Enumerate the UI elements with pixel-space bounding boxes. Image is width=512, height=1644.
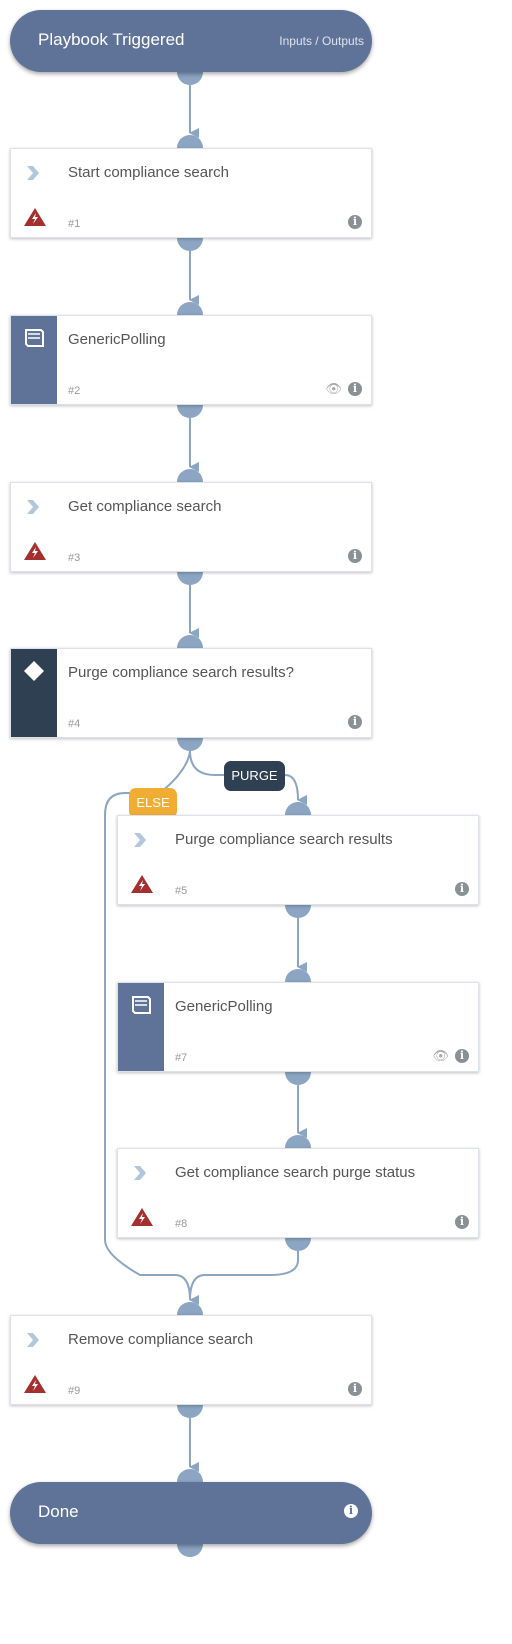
playbook-sidebar bbox=[118, 983, 164, 1071]
task-title: GenericPolling bbox=[175, 998, 273, 1015]
info-icon[interactable]: i bbox=[348, 1382, 362, 1396]
task-node[interactable]: Start compliance search #1 i bbox=[10, 148, 372, 238]
task-title: Remove compliance search bbox=[68, 1331, 254, 1348]
info-icon[interactable]: i bbox=[455, 882, 469, 896]
info-icon[interactable]: i bbox=[348, 715, 362, 729]
info-icon[interactable]: i bbox=[455, 1049, 469, 1063]
branch-label-purge[interactable]: PURGE bbox=[224, 761, 285, 791]
start-title: Playbook Triggered bbox=[38, 30, 185, 49]
task-node[interactable]: GenericPolling #7 👁 i bbox=[117, 982, 479, 1072]
eye-icon[interactable]: 👁 bbox=[432, 1049, 449, 1063]
task-number: #5 bbox=[175, 885, 188, 897]
info-icon[interactable]: i bbox=[348, 215, 362, 229]
playbook-sidebar bbox=[11, 316, 57, 404]
task-node[interactable]: GenericPolling #2 👁 i bbox=[10, 315, 372, 405]
task-node[interactable]: Remove compliance search #9 i bbox=[10, 1315, 372, 1405]
warning-icon bbox=[23, 1374, 47, 1399]
inputs-outputs-link[interactable]: Inputs / Outputs bbox=[279, 34, 364, 48]
info-icon[interactable]: i bbox=[348, 549, 362, 563]
end-node[interactable]: Done i bbox=[10, 1482, 372, 1544]
start-node[interactable]: Playbook Triggered Inputs / Outputs bbox=[10, 10, 372, 72]
warning-icon bbox=[23, 541, 47, 566]
info-icon[interactable]: i bbox=[344, 1504, 358, 1518]
task-number: #9 bbox=[68, 1385, 81, 1397]
warning-icon bbox=[23, 207, 47, 232]
task-title: Purge compliance search results bbox=[175, 831, 393, 848]
end-title: Done bbox=[38, 1502, 79, 1521]
book-icon bbox=[132, 996, 151, 1014]
task-title: Get compliance search bbox=[68, 498, 222, 515]
info-icon[interactable]: i bbox=[455, 1215, 469, 1229]
task-number: #1 bbox=[68, 218, 81, 230]
branch-label-else[interactable]: ELSE bbox=[129, 788, 177, 818]
task-node[interactable]: Purge compliance search results? #4 i bbox=[10, 648, 372, 738]
task-node[interactable]: Purge compliance search results #5 i bbox=[117, 815, 479, 905]
task-title: GenericPolling bbox=[68, 331, 166, 348]
task-number: #7 bbox=[175, 1052, 188, 1064]
condition-sidebar bbox=[11, 649, 57, 737]
diamond-icon bbox=[24, 661, 44, 681]
eye-icon[interactable]: 👁 bbox=[325, 382, 342, 396]
task-title: Get compliance search purge status bbox=[175, 1164, 416, 1181]
edge bbox=[189, 1251, 299, 1301]
task-node[interactable]: Get compliance search purge status #8 i bbox=[117, 1148, 479, 1238]
task-title: Start compliance search bbox=[68, 164, 229, 181]
task-number: #8 bbox=[175, 1218, 188, 1230]
info-icon[interactable]: i bbox=[348, 382, 362, 396]
task-number: #3 bbox=[68, 552, 81, 564]
task-number: #4 bbox=[68, 718, 81, 730]
book-icon bbox=[25, 329, 44, 347]
task-number: #2 bbox=[68, 385, 81, 397]
task-title: Purge compliance search results? bbox=[68, 664, 294, 681]
task-node[interactable]: Get compliance search #3 i bbox=[10, 482, 372, 572]
warning-icon bbox=[130, 1207, 154, 1232]
warning-icon bbox=[130, 874, 154, 899]
